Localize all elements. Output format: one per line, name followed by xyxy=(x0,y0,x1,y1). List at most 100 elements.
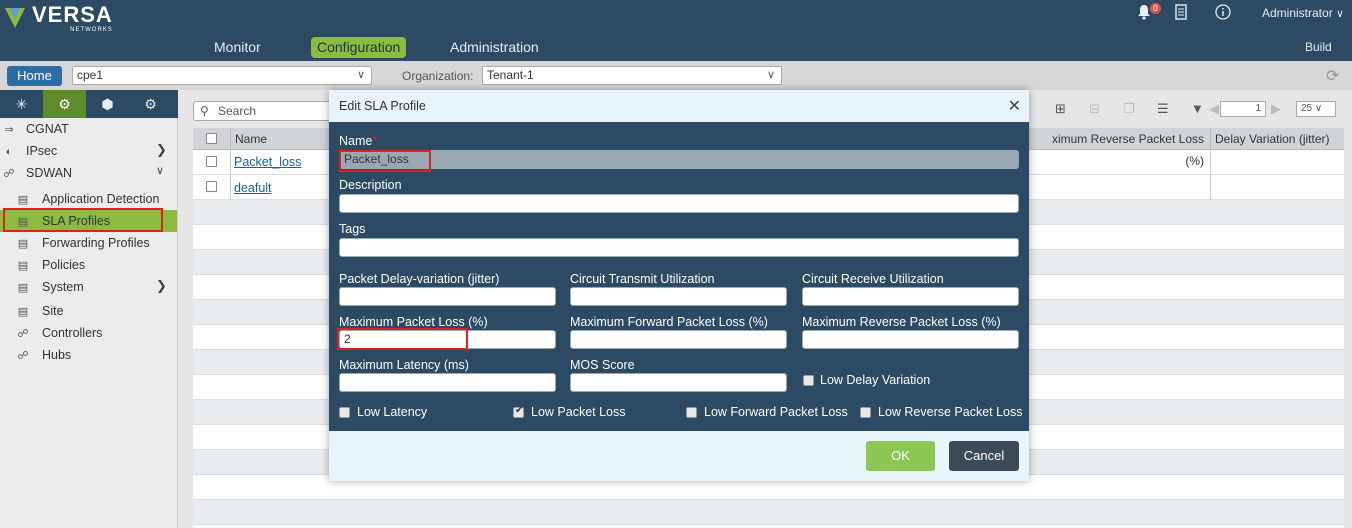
policy-icon: ▤ xyxy=(17,260,29,272)
name-field[interactable]: Packet_loss xyxy=(339,150,1019,169)
brand-sub: NETWORKS xyxy=(70,27,113,33)
ok-button[interactable]: OK xyxy=(866,441,935,471)
description-field[interactable] xyxy=(339,194,1019,213)
search-placeholder: Search xyxy=(218,104,257,118)
max-packet-loss-label: Maximum Packet Loss (%) xyxy=(339,315,488,329)
sidebar-item-policies[interactable]: ▤ Policies xyxy=(16,254,176,276)
circuit-transmit-field[interactable] xyxy=(570,287,787,306)
globe-gear-tab-icon[interactable]: ⚙ xyxy=(129,90,172,118)
prev-page-icon[interactable]: ◀ xyxy=(1209,101,1219,117)
refresh-icon[interactable]: ⟳ xyxy=(1326,66,1339,86)
sidebar-item-controllers[interactable]: ☍ Controllers xyxy=(16,322,176,344)
tab-monitor[interactable]: Monitor xyxy=(208,37,267,58)
build-label[interactable]: Build xyxy=(1305,40,1332,54)
max-reverse-loss-field[interactable] xyxy=(802,330,1019,349)
select-all-checkbox[interactable] xyxy=(206,133,217,144)
top-navigation-bar: VERSA NETWORKS Monitor Configuration Adm… xyxy=(0,0,1352,61)
tab-configuration[interactable]: Configuration xyxy=(311,37,407,58)
row-name-link[interactable]: Packet_loss xyxy=(234,155,301,169)
chevron-right-icon[interactable]: ❯ xyxy=(156,142,167,158)
name-label-text: Name xyxy=(339,134,373,148)
cube-tab-icon[interactable]: ⬢ xyxy=(86,90,129,118)
sidebar-item-cgnat[interactable]: ⇒ CGNAT xyxy=(2,118,176,140)
close-icon[interactable]: ✕ xyxy=(1008,96,1021,116)
info-icon[interactable] xyxy=(1215,4,1231,25)
max-forward-loss-field[interactable] xyxy=(570,330,787,349)
sidebar-item-site[interactable]: ▤ Site xyxy=(16,300,176,322)
globe-icon: ◐ xyxy=(5,146,13,158)
tab-administration[interactable]: Administration xyxy=(444,37,545,58)
sidebar-item-label: Policies xyxy=(42,258,86,272)
next-page-icon[interactable]: ▶ xyxy=(1271,101,1281,117)
max-reverse-loss-label: Maximum Reverse Packet Loss (%) xyxy=(802,315,1001,329)
edit-sla-profile-dialog: Edit SLA Profile ✕ Name* Packet_loss Des… xyxy=(329,90,1029,481)
required-marker: * xyxy=(372,134,378,148)
user-name: Administrator xyxy=(1262,6,1333,20)
low-packet-loss-label: Low Packet Loss xyxy=(531,405,626,419)
clone-icon[interactable]: ❐ xyxy=(1123,101,1135,117)
system-icon: ▤ xyxy=(17,282,29,294)
versa-logo[interactable]: VERSA NETWORKS xyxy=(2,4,113,33)
home-button[interactable]: Home xyxy=(7,66,62,86)
sidebar-item-application-detection[interactable]: ▤ Application Detection xyxy=(16,188,176,210)
site-icon: ▤ xyxy=(17,306,29,318)
dialog-title: Edit SLA Profile xyxy=(339,99,426,113)
sidebar-item-label: Application Detection xyxy=(42,192,160,206)
logo-mark-icon xyxy=(2,4,28,30)
add-icon[interactable]: ⊞ xyxy=(1055,101,1066,117)
delete-icon[interactable]: ⊟ xyxy=(1089,101,1100,117)
mos-score-field[interactable] xyxy=(570,373,787,392)
column-header-name[interactable]: Name xyxy=(230,128,330,150)
low-delay-variation-label: Low Delay Variation xyxy=(820,373,931,387)
sidebar-item-label: IPsec xyxy=(26,144,58,158)
search-input[interactable]: ⚲ Search xyxy=(193,101,343,121)
low-reverse-loss-label: Low Reverse Packet Loss xyxy=(878,405,1023,419)
user-menu[interactable]: Administrator ∨ xyxy=(1262,6,1344,20)
cgnat-icon: ⇒ xyxy=(4,124,14,136)
low-forward-loss-checkbox[interactable] xyxy=(686,407,697,418)
sidebar-item-system[interactable]: ▤ System xyxy=(16,276,156,298)
cancel-button[interactable]: Cancel xyxy=(949,441,1019,471)
sidebar-item-label: SDWAN xyxy=(26,166,73,180)
tags-field[interactable] xyxy=(339,238,1019,257)
notification-badge: 0 xyxy=(1150,3,1161,14)
hubs-icon: ☍ xyxy=(17,350,29,362)
column-header-max-reverse-loss[interactable]: ximum Reverse Packet Loss (%) xyxy=(1039,128,1210,168)
max-forward-loss-label: Maximum Forward Packet Loss (%) xyxy=(570,315,768,329)
columns-icon[interactable]: ☰ xyxy=(1157,101,1169,117)
sidebar-item-label: System xyxy=(42,280,84,294)
row-checkbox[interactable] xyxy=(206,156,217,167)
tasks-icon[interactable] xyxy=(1175,4,1187,25)
sidebar-item-forwarding-profiles[interactable]: ▤ Forwarding Profiles xyxy=(16,232,176,254)
sidebar-item-ipsec[interactable]: ◐ IPsec xyxy=(2,140,176,162)
max-latency-field[interactable] xyxy=(339,373,556,392)
filter-icon[interactable]: ▼ xyxy=(1191,101,1204,116)
sidebar-item-sdwan[interactable]: ☍ SDWAN xyxy=(2,162,176,184)
column-header-delay-variation[interactable]: Delay Variation (jitter) xyxy=(1210,128,1344,150)
sidebar-item-label: Hubs xyxy=(42,348,72,362)
sidebar: ✳ ⚙ ⬢ ⚙ ⇒ CGNAT ◐ IPsec ❯ ☍ SDWAN ∨ ▤ Applic… xyxy=(0,90,178,528)
organization-label: Organization: xyxy=(402,69,474,83)
chevron-down-icon[interactable]: ∨ xyxy=(156,164,164,177)
low-packet-loss-checkbox[interactable] xyxy=(513,405,524,418)
search-icon: ⚲ xyxy=(200,104,209,118)
gear-tab-icon[interactable]: ⚙ xyxy=(43,90,86,118)
bell-icon[interactable] xyxy=(1137,4,1151,25)
highlight-box xyxy=(339,150,431,172)
row-name-link[interactable]: deafult xyxy=(234,181,272,195)
dialog-header: Edit SLA Profile ✕ xyxy=(329,90,1029,122)
chevron-right-icon[interactable]: ❯ xyxy=(156,278,167,294)
page-number-input[interactable]: 1 xyxy=(1220,101,1266,117)
page-size-select[interactable]: 25 ∨ xyxy=(1296,101,1336,117)
low-latency-checkbox[interactable] xyxy=(339,407,350,418)
sidebar-item-hubs[interactable]: ☍ Hubs xyxy=(16,344,176,366)
circuit-receive-field[interactable] xyxy=(802,287,1019,306)
sdwan-icon: ☍ xyxy=(3,168,15,180)
jitter-field[interactable] xyxy=(339,287,556,306)
low-reverse-loss-checkbox[interactable] xyxy=(860,407,871,418)
low-delay-variation-checkbox[interactable] xyxy=(803,375,814,386)
organization-select[interactable]: Tenant-1 ∨ xyxy=(482,66,782,85)
network-tab-icon[interactable]: ✳ xyxy=(0,90,43,118)
device-select[interactable]: cpe1 ∨ xyxy=(72,66,372,85)
row-checkbox[interactable] xyxy=(206,181,217,192)
